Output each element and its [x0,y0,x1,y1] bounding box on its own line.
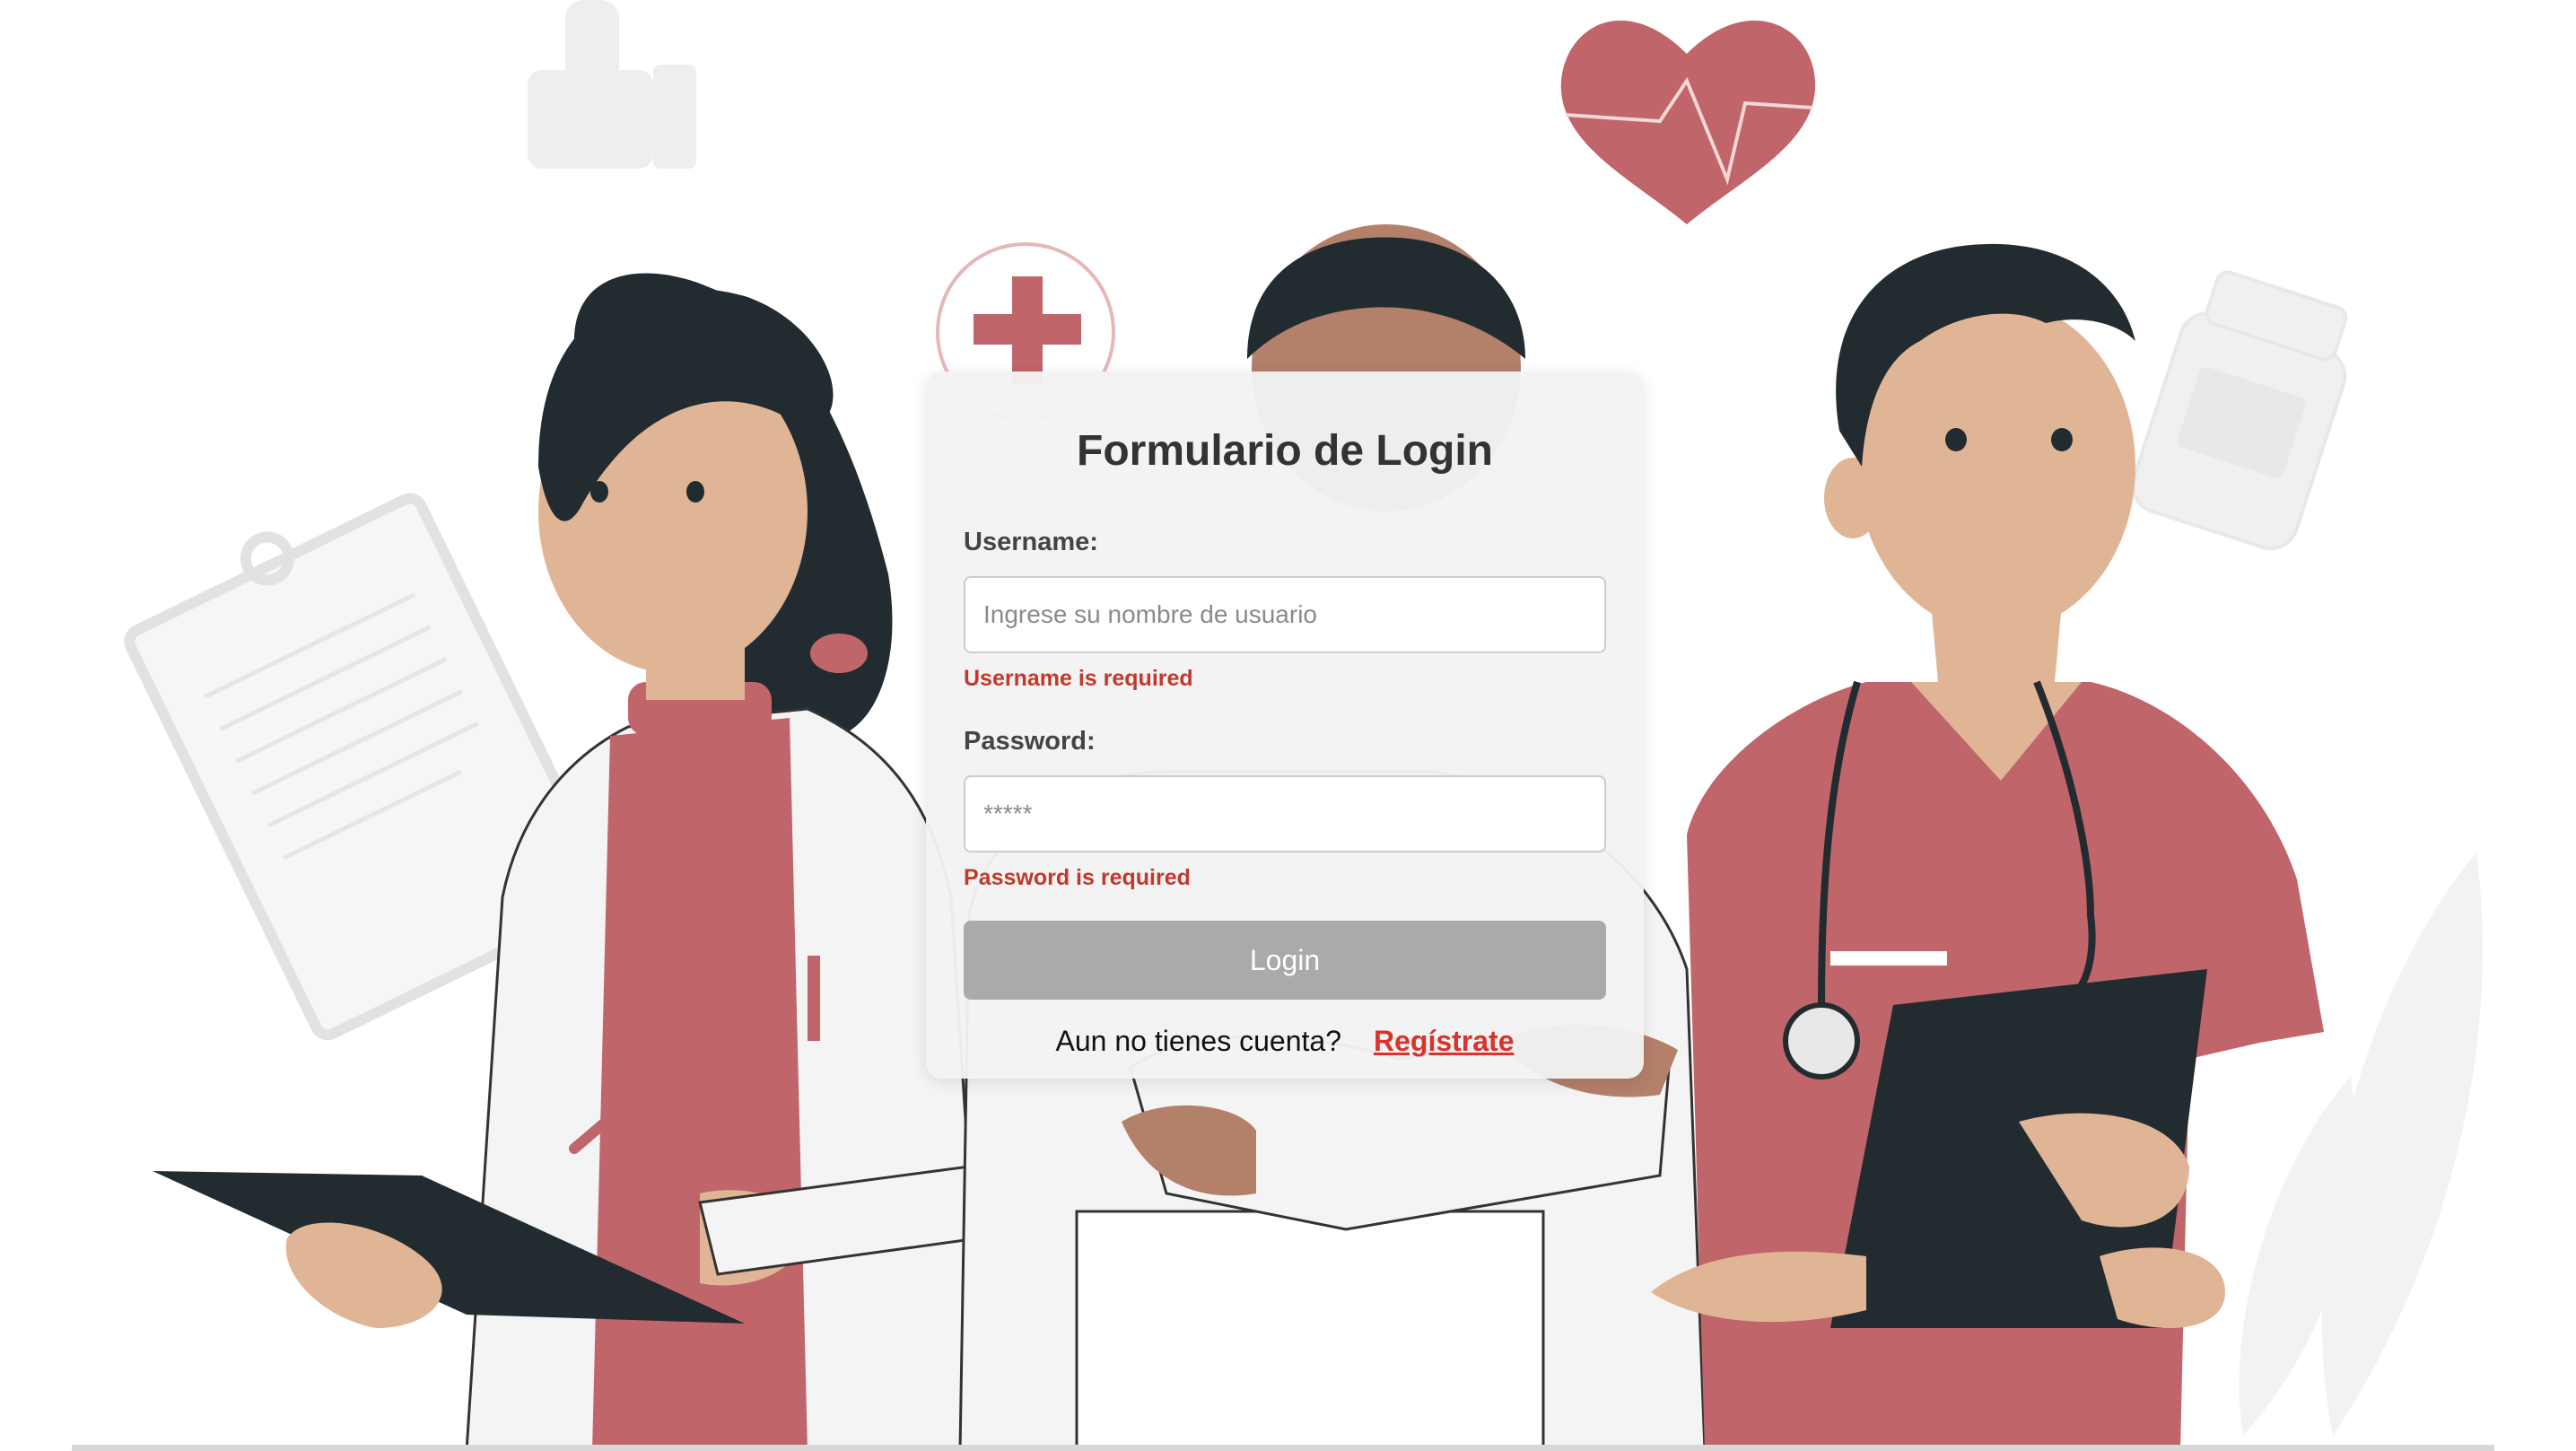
login-button[interactable]: Login [964,921,1606,1000]
form-title: Formulario de Login [1077,427,1493,475]
login-page: Formulario de Login Username: Username i… [0,0,2576,1451]
username-error: Username is required [964,666,1193,691]
pill-bottle-icon [2131,270,2348,551]
register-prompt: Aun no tienes cuenta? [1055,1025,1341,1057]
register-link[interactable]: Regístrate [1374,1025,1515,1057]
thumbs-up-icon [528,0,696,169]
username-input[interactable] [964,576,1606,653]
username-label: Username: [964,528,1098,556]
password-error: Password is required [964,865,1191,890]
bottom-divider [72,1445,2494,1451]
password-input[interactable] [964,775,1606,852]
login-form-card: Formulario de Login Username: Username i… [926,371,1644,1079]
password-label: Password: [964,727,1096,756]
heart-pulse-icon [1560,20,1816,224]
register-row: Aun no tienes cuenta? Regístrate [964,1023,1606,1059]
